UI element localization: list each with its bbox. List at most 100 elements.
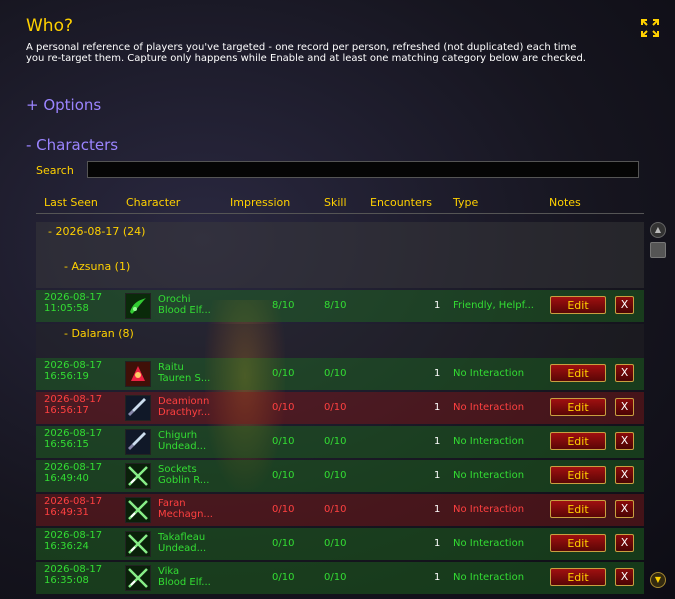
- last-seen-date: 2026-08-17: [44, 530, 103, 541]
- impression-value: 8/10: [272, 300, 295, 311]
- zone-group-azsuna[interactable]: - Azsuna (1): [64, 260, 130, 273]
- zone-row-dalaran[interactable]: - Dalaran (8): [36, 324, 644, 358]
- impression-value: 0/10: [272, 402, 295, 413]
- green-swirl-icon: [125, 293, 151, 319]
- character-name: Sockets: [158, 464, 197, 475]
- edit-button[interactable]: Edit: [550, 568, 606, 586]
- encounters-value: 1: [434, 402, 441, 413]
- col-impression[interactable]: Impression: [230, 196, 290, 209]
- delete-button[interactable]: X: [615, 568, 634, 586]
- last-seen-time: 16:56:17: [44, 405, 89, 416]
- edit-button[interactable]: Edit: [550, 398, 606, 416]
- character-race: Goblin R...: [158, 475, 210, 486]
- page-title: Who?: [26, 16, 74, 36]
- table-row[interactable]: 2026-08-17 16:56:15 Chigurh Undead... 0/10 0/…: [36, 426, 644, 458]
- impression-value: 0/10: [272, 504, 295, 515]
- table-row[interactable]: 2026-08-17 16:56:19 Raitu Tauren S... 0/10 0/…: [36, 358, 644, 390]
- table-row[interactable]: 2026-08-17 16:35:08 Vika Blood Elf... 0/10 0/…: [36, 562, 644, 594]
- delete-button[interactable]: X: [615, 500, 634, 518]
- last-seen-date: 2026-08-17: [44, 496, 103, 507]
- zone-group-dalaran[interactable]: - Dalaran (8): [64, 327, 134, 340]
- edit-button[interactable]: Edit: [550, 364, 606, 382]
- last-seen-time: 16:49:40: [44, 473, 89, 484]
- expand-icon[interactable]: [640, 18, 660, 38]
- delete-button[interactable]: X: [615, 364, 634, 382]
- skill-value: 0/10: [324, 572, 347, 583]
- skill-value: 0/10: [324, 504, 347, 515]
- character-name: Raitu: [158, 362, 184, 373]
- last-seen-date: 2026-08-17: [44, 360, 103, 371]
- encounters-value: 1: [434, 470, 441, 481]
- options-toggle[interactable]: + Options: [26, 96, 101, 114]
- search-label: Search: [36, 164, 74, 177]
- col-encounters[interactable]: Encounters: [370, 196, 432, 209]
- type-value: No Interaction: [453, 402, 525, 413]
- delete-button[interactable]: X: [615, 398, 634, 416]
- table-row[interactable]: 2026-08-17 16:36:24 Takafleau Undead... 0/10…: [36, 528, 644, 560]
- type-value: No Interaction: [453, 504, 525, 515]
- impression-value: 0/10: [272, 572, 295, 583]
- character-name: Deamionn: [158, 396, 210, 407]
- type-value: No Interaction: [453, 470, 525, 481]
- col-type[interactable]: Type: [453, 196, 478, 209]
- skill-value: 0/10: [324, 436, 347, 447]
- edit-button[interactable]: Edit: [550, 500, 606, 518]
- delete-button[interactable]: X: [615, 296, 634, 314]
- encounters-value: 1: [434, 436, 441, 447]
- col-character[interactable]: Character: [126, 196, 180, 209]
- edit-button[interactable]: Edit: [550, 466, 606, 484]
- date-group-label[interactable]: - 2026-08-17 (24): [48, 225, 145, 238]
- impression-value: 0/10: [272, 436, 295, 447]
- impression-value: 0/10: [272, 368, 295, 379]
- crossed-daggers-icon: [125, 531, 151, 557]
- character-race: Mechagn...: [158, 509, 213, 520]
- edit-button[interactable]: Edit: [550, 534, 606, 552]
- table-row[interactable]: 2026-08-17 16:56:17 Deamionn Dracthyr... 0/1…: [36, 392, 644, 424]
- scroll-thumb[interactable]: [650, 242, 666, 258]
- delete-button[interactable]: X: [615, 432, 634, 450]
- edit-button[interactable]: Edit: [550, 432, 606, 450]
- delete-button[interactable]: X: [615, 534, 634, 552]
- type-value: Friendly, Helpf...: [453, 300, 534, 311]
- scroll-up-button[interactable]: ▲: [650, 222, 666, 238]
- skill-value: 0/10: [324, 538, 347, 549]
- skill-value: 0/10: [324, 470, 347, 481]
- table-row[interactable]: 2026-08-17 16:49:40 Sockets Goblin R... 0/10…: [36, 460, 644, 492]
- character-name: Takafleau: [158, 532, 206, 543]
- characters-toggle[interactable]: - Characters: [26, 136, 118, 154]
- table-row[interactable]: 2026-08-17 11:05:58 Orochi Blood Elf... 8/10…: [36, 290, 644, 322]
- character-name: Vika: [158, 566, 180, 577]
- col-skill[interactable]: Skill: [324, 196, 347, 209]
- character-race: Undead...: [158, 441, 207, 452]
- last-seen-date: 2026-08-17: [44, 394, 103, 405]
- last-seen-date: 2026-08-17: [44, 428, 103, 439]
- header-divider: [36, 213, 644, 214]
- type-value: No Interaction: [453, 572, 525, 583]
- edit-button[interactable]: Edit: [550, 296, 606, 314]
- character-race: Blood Elf...: [158, 305, 211, 316]
- crossed-daggers-icon: [125, 463, 151, 489]
- description: A personal reference of players you've t…: [26, 42, 586, 64]
- skill-value: 0/10: [324, 402, 347, 413]
- last-seen-time: 16:36:24: [44, 541, 89, 552]
- crossed-daggers-icon: [125, 565, 151, 591]
- last-seen-time: 11:05:58: [44, 303, 89, 314]
- delete-button[interactable]: X: [615, 466, 634, 484]
- last-seen-date: 2026-08-17: [44, 292, 103, 303]
- date-group-row[interactable]: - 2026-08-17 (24) - Azsuna (1): [36, 222, 644, 288]
- scroll-down-button[interactable]: ▼: [650, 572, 666, 588]
- crossed-daggers-icon: [125, 497, 151, 523]
- type-value: No Interaction: [453, 538, 525, 549]
- col-last-seen[interactable]: Last Seen: [44, 196, 98, 209]
- type-value: No Interaction: [453, 436, 525, 447]
- encounters-value: 1: [434, 300, 441, 311]
- type-value: No Interaction: [453, 368, 525, 379]
- character-name: Chigurh: [158, 430, 198, 441]
- encounters-value: 1: [434, 504, 441, 515]
- search-input[interactable]: [87, 161, 639, 178]
- table-row[interactable]: 2026-08-17 16:49:31 Faran Mechagn... 0/10 0/1…: [36, 494, 644, 526]
- last-seen-date: 2026-08-17: [44, 462, 103, 473]
- character-race: Tauren S...: [158, 373, 211, 384]
- col-notes[interactable]: Notes: [549, 196, 581, 209]
- red-fist-icon: [125, 361, 151, 387]
